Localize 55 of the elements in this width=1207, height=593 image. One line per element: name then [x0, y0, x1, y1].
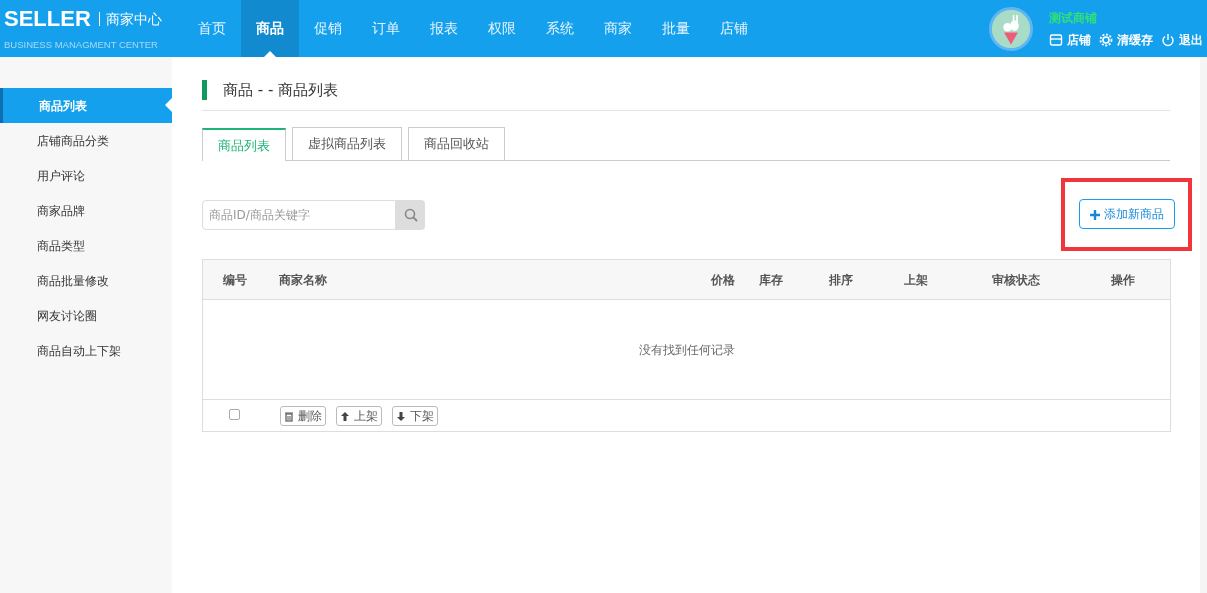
empty-message: 没有找到任何记录	[638, 342, 735, 357]
column-header: 编号	[202, 259, 267, 300]
column-header: 库存	[735, 259, 806, 300]
subtitle: BUSINESS MANAGMENT CENTER	[4, 38, 159, 52]
tab[interactable]: 商品列表	[202, 127, 286, 161]
arrow-down-icon	[396, 410, 407, 422]
table-action-button[interactable]: 下架	[392, 405, 439, 426]
sidebar-item[interactable]: 商品列表	[0, 88, 172, 123]
nav-tab[interactable]: 订单	[357, 0, 415, 57]
search-field[interactable]: 商品ID/商品关键字	[202, 199, 396, 230]
tab[interactable]: 虚拟商品列表	[292, 126, 402, 160]
column-header: 排序	[805, 259, 876, 300]
column-header: 上架	[875, 259, 956, 300]
select-all-checkbox[interactable]	[229, 408, 241, 420]
tab[interactable]: 商品回收站	[408, 126, 505, 160]
nav-tab[interactable]: 权限	[473, 0, 531, 57]
nav-tab[interactable]: 店铺	[705, 0, 763, 57]
center-title: 商家中心	[98, 12, 162, 26]
column-header: 审核状态	[955, 259, 1076, 300]
column-header: 操作	[1075, 259, 1171, 300]
nav-tab[interactable]: 批量	[647, 0, 705, 57]
table-action-button[interactable]: 删除	[280, 405, 327, 426]
nav-tab[interactable]: 报表	[415, 0, 473, 57]
trash-icon	[284, 410, 295, 422]
nav-tab[interactable]: 商家	[589, 0, 647, 57]
add-product-button[interactable]: 添加新商品	[1079, 199, 1175, 229]
nav-tab[interactable]: 商品	[241, 0, 299, 57]
sidebar-item[interactable]: 商家品牌	[0, 193, 172, 228]
sidebar-item[interactable]: 商品批量修改	[0, 263, 172, 298]
sidebar-item[interactable]: 用户评论	[0, 158, 172, 193]
store-icon	[1049, 32, 1063, 47]
header-link[interactable]: 退出	[1161, 30, 1203, 49]
arrow-up-icon	[340, 410, 351, 422]
logo: SELLER	[4, 8, 91, 30]
header-link[interactable]: 店铺	[1049, 30, 1091, 49]
avatar-icon	[989, 6, 1033, 51]
nav-tab[interactable]: 首页	[183, 0, 241, 57]
plus-icon	[1090, 209, 1100, 220]
store-name: 测试商铺	[1049, 9, 1098, 27]
nav-tab[interactable]: 系统	[531, 0, 589, 57]
column-header: 商家名称	[266, 259, 587, 300]
gear-icon	[1099, 32, 1113, 47]
page-title: 商品 - - 商品列表	[223, 80, 339, 101]
search-icon	[403, 208, 418, 223]
sidebar-item[interactable]: 商品类型	[0, 228, 172, 263]
nav-tab[interactable]: 促销	[299, 0, 357, 57]
sidebar-item[interactable]: 店铺商品分类	[0, 123, 172, 158]
column-header: 价格	[586, 259, 736, 300]
sidebar-item[interactable]: 网友讨论圈	[0, 298, 172, 333]
header-link[interactable]: 清缓存	[1099, 30, 1153, 49]
power-icon	[1161, 32, 1175, 47]
title-accent-bar	[202, 80, 207, 101]
sidebar-item[interactable]: 商品自动上下架	[0, 333, 172, 368]
table-action-button[interactable]: 上架	[336, 405, 383, 426]
search-button[interactable]	[396, 199, 425, 230]
